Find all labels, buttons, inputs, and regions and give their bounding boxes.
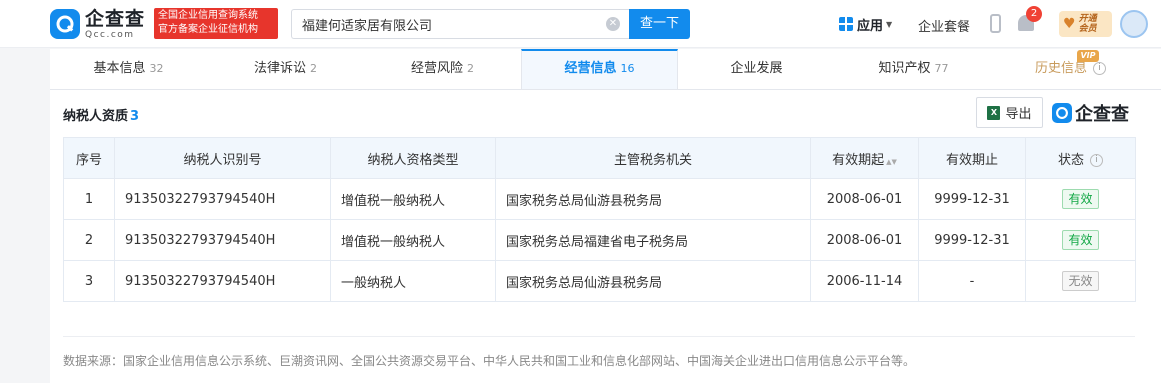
export-label: 导出 bbox=[1005, 107, 1032, 122]
cell-start: 2006-11-14 bbox=[810, 260, 919, 302]
open-vip-button[interactable]: ♥ 开通 会员 bbox=[1059, 11, 1112, 37]
avatar[interactable] bbox=[1120, 10, 1148, 38]
table-header-row: 序号 纳税人识别号 纳税人资格类型 主管税务机关 有效期起 ▲▼ 有效期止 状态 i bbox=[63, 137, 1136, 179]
notification-badge: 2 bbox=[1026, 6, 1042, 22]
col-header-type: 纳税人资格类型 bbox=[330, 137, 496, 179]
tab-development[interactable]: 企业发展 bbox=[678, 49, 835, 89]
package-link[interactable]: 企业套餐 bbox=[918, 16, 970, 35]
col-header-end: 有效期止 bbox=[918, 137, 1026, 179]
cell-status: 有效 bbox=[1025, 178, 1136, 220]
info-icon: i bbox=[1090, 153, 1103, 167]
tab-bar: 基本信息 32 法律诉讼 2 经营风险 2 经营信息 16 企业发展 知识产权 77 历史… bbox=[50, 49, 1161, 90]
cell-type: 一般纳税人 bbox=[330, 260, 496, 302]
search-button[interactable]: 查一下 bbox=[629, 9, 690, 39]
col-header-status: 状态 i bbox=[1025, 137, 1136, 179]
chevron-down-icon: ▼ bbox=[886, 19, 893, 29]
cell-end: - bbox=[918, 260, 1026, 302]
tab-basic-info[interactable]: 基本信息 32 bbox=[50, 49, 207, 89]
cell-tax-id: 91350322793794540H bbox=[114, 178, 331, 220]
status-badge: 无效 bbox=[1062, 271, 1099, 291]
tab-legal[interactable]: 法律诉讼 2 bbox=[207, 49, 364, 89]
cell-tax-id: 91350322793794540H bbox=[114, 260, 331, 302]
app-grid-icon bbox=[839, 17, 853, 31]
watermark-logo: 企查查 bbox=[1052, 100, 1129, 126]
vip-label-line2: 会员 bbox=[1078, 24, 1097, 34]
cell-status: 有效 bbox=[1025, 219, 1136, 261]
app-menu[interactable]: 应用 ▼ bbox=[839, 14, 892, 34]
logo-mark-icon bbox=[50, 9, 80, 39]
tab-history[interactable]: 历史信息 i bbox=[992, 49, 1149, 89]
brand-slogan-line2: 官方备案企业征信机构 bbox=[158, 24, 258, 35]
excel-icon: X bbox=[987, 105, 1001, 120]
cell-no: 1 bbox=[63, 178, 115, 220]
col-header-start[interactable]: 有效期起 ▲▼ bbox=[810, 137, 919, 179]
cell-no: 3 bbox=[63, 260, 115, 302]
cell-tax-id: 91350322793794540H bbox=[114, 219, 331, 261]
tab-ip[interactable]: 知识产权 77 bbox=[835, 49, 992, 89]
sort-icon: ▲▼ bbox=[886, 157, 897, 166]
divider bbox=[63, 336, 1135, 337]
brand-slogan-line1: 全国企业信用查询系统 bbox=[158, 10, 258, 21]
col-header-tax-id: 纳税人识别号 bbox=[114, 137, 331, 179]
cell-end: 9999-12-31 bbox=[918, 178, 1026, 220]
phone-icon[interactable] bbox=[990, 14, 1001, 33]
table-row: 2 91350322793794540H 增值税一般纳税人 国家税务总局福建省电… bbox=[63, 219, 1136, 261]
cell-start: 2008-06-01 bbox=[810, 219, 919, 261]
col-header-authority: 主管税务机关 bbox=[495, 137, 811, 179]
status-badge: 有效 bbox=[1062, 189, 1099, 209]
cell-end: 9999-12-31 bbox=[918, 219, 1026, 261]
cell-type: 增值税一般纳税人 bbox=[330, 219, 496, 261]
col-header-no: 序号 bbox=[63, 137, 115, 179]
status-badge: 有效 bbox=[1062, 230, 1099, 250]
logo-name: 企查查 bbox=[85, 8, 146, 30]
cell-authority: 国家税务总局仙游县税务局 bbox=[495, 178, 811, 220]
data-source-note: 数据来源：国家企业信用信息公示系统、巨潮资讯网、全国公共资源交易平台、中华人民共… bbox=[63, 354, 916, 368]
cell-authority: 国家税务总局福建省电子税务局 bbox=[495, 219, 811, 261]
app-menu-label: 应用 bbox=[857, 18, 884, 34]
top-header: 企查查 Qcc.com 全国企业信用查询系统 官方备案企业征信机构 ✕ 查一下 … bbox=[0, 0, 1161, 48]
qcc-logo[interactable]: 企查查 Qcc.com bbox=[50, 7, 145, 41]
vip-corner-badge: VIP bbox=[1077, 50, 1099, 62]
export-button[interactable]: X 导出 bbox=[976, 97, 1043, 128]
table-row: 3 91350322793794540H 一般纳税人 国家税务总局仙游县税务局 … bbox=[63, 260, 1136, 302]
cell-status: 无效 bbox=[1025, 260, 1136, 302]
cell-start: 2008-06-01 bbox=[810, 178, 919, 220]
cell-type: 增值税一般纳税人 bbox=[330, 178, 496, 220]
info-icon: i bbox=[1093, 62, 1106, 75]
taxpayer-table: 序号 纳税人识别号 纳税人资格类型 主管税务机关 有效期起 ▲▼ 有效期止 状态 i… bbox=[63, 137, 1136, 302]
section-count: 3 bbox=[130, 109, 140, 124]
section-title: 纳税人资质 3 bbox=[63, 109, 140, 124]
clear-icon[interactable]: ✕ bbox=[606, 17, 620, 31]
brand-slogan: 全国企业信用查询系统 官方备案企业征信机构 bbox=[154, 8, 278, 39]
search-box: ✕ bbox=[291, 9, 629, 39]
vip-heart-icon: ♥ bbox=[1063, 16, 1076, 32]
cell-no: 2 bbox=[63, 219, 115, 261]
cell-authority: 国家税务总局仙游县税务局 bbox=[495, 260, 811, 302]
search-input[interactable] bbox=[292, 10, 606, 38]
tab-risk[interactable]: 经营风险 2 bbox=[364, 49, 521, 89]
vip-label-line1: 开通 bbox=[1078, 14, 1097, 24]
logo-mark-icon bbox=[1052, 103, 1072, 123]
tab-operations[interactable]: 经营信息 16 bbox=[521, 49, 678, 89]
table-row: 1 91350322793794540H 增值税一般纳税人 国家税务总局仙游县税… bbox=[63, 178, 1136, 220]
logo-domain: Qcc.com bbox=[85, 30, 135, 40]
